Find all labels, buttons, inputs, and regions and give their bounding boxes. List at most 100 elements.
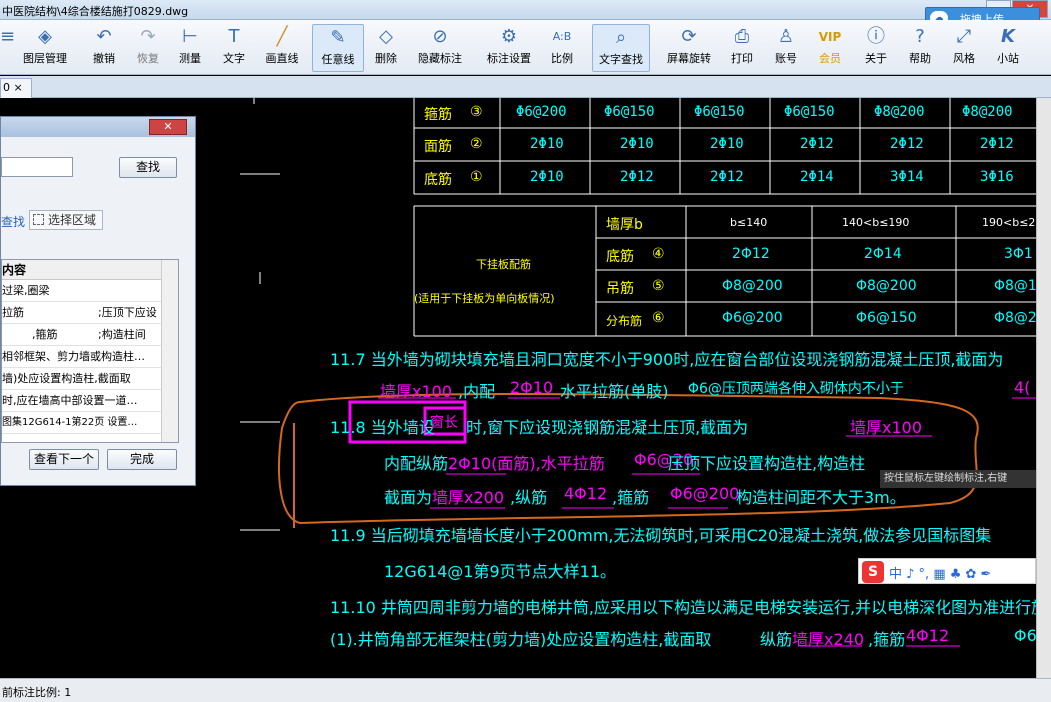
title-bar: 中医院结构\4综合楼结施打0829.dwg _ ✕	[0, 0, 1051, 20]
note-11-8-rest: 时,窗下应设现浇钢筋混凝土压顶,截面为	[466, 418, 749, 437]
draw-line-button[interactable]: ╱ 画直线	[262, 24, 302, 72]
print-label: 打印	[731, 52, 753, 65]
find-button[interactable]: 查找	[119, 157, 177, 178]
undo-button[interactable]: ↶ 撤销	[88, 24, 120, 72]
result-text: ,箍筋	[32, 328, 58, 341]
note-11-7-len: 4(	[1014, 378, 1031, 397]
freehand-line-label: 任意线	[321, 53, 355, 66]
ime-toolbar[interactable]: S 中 ♪ °, ▦ ♣ ✿ ✒	[858, 558, 1036, 584]
delete-label: 删除	[375, 52, 397, 65]
dialog-close-button[interactable]: ✕	[149, 119, 187, 135]
screen-rotate-label: 屏幕旋转	[667, 52, 711, 65]
result-text-extra: ;压顶下应设	[98, 306, 157, 319]
eraser-icon: ◇	[379, 26, 393, 47]
search-input[interactable]	[1, 157, 73, 177]
measure-button[interactable]: ⊢ 测量	[174, 24, 206, 72]
note-11-7-inner: ,内配	[458, 382, 496, 401]
redo-button[interactable]: ↷ 恢复	[132, 24, 164, 72]
done-button[interactable]: 完成	[107, 449, 177, 470]
vertical-scrollbar[interactable]	[1036, 98, 1051, 678]
result-row[interactable]: 相邻框架、剪力墙或构造柱…	[2, 346, 178, 368]
style-button[interactable]: ⤢ 风格	[948, 24, 980, 72]
note-11-7-ext: Φ6@压顶两端各伸入砌体内不小于	[688, 381, 904, 397]
station-label: 小站	[997, 52, 1019, 65]
help-button[interactable]: ? 帮助	[904, 24, 936, 72]
sogou-icon: S	[862, 561, 884, 583]
undo-icon: ↶	[96, 26, 112, 47]
scale-label: 比例	[551, 52, 573, 65]
status-bar: 前标注比例: 1	[0, 678, 1051, 702]
hide-annotation-label: 隐藏标注	[418, 52, 462, 65]
result-row[interactable]: 时,应在墙高中部设置一道…	[2, 390, 178, 412]
note-11-8-column: 压顶下应设置构造柱,构造柱	[668, 454, 866, 473]
redo-icon: ↷	[140, 26, 156, 47]
note-11-8-wall: 墙厚x100	[850, 418, 923, 437]
result-row[interactable]: 墙)处应设置构造柱,截面取	[2, 368, 178, 390]
ruler-icon: ⊢	[182, 26, 198, 47]
result-text: 墙)处应设置构造柱,截面取	[2, 372, 131, 385]
about-button[interactable]: ⓘ 关于	[860, 24, 892, 72]
toolbar-menu-button[interactable]: ≡	[0, 24, 16, 72]
note-11-9-line2: 12G614@1第9页节点大样11。	[384, 562, 617, 581]
text-search-dialog: ✕ 查找 查找 选择区域 内容 过梁,圈梁 拉筋 ;压顶下应设 ,箍筋 ;构造柱间 …	[0, 116, 196, 486]
print-button[interactable]: ⎙ 打印	[726, 24, 758, 72]
help-label: 帮助	[909, 52, 931, 65]
note-11-10-stirrup-val: Φ6	[1014, 626, 1036, 645]
hide-annotation-button[interactable]: ⊘ 隐藏标注	[412, 24, 468, 72]
help-icon: ?	[915, 26, 925, 47]
screen-rotate-button[interactable]: ⟳ 屏幕旋转	[662, 24, 716, 72]
gear-icon: ⚙	[500, 26, 518, 47]
find-option[interactable]: 查找	[1, 213, 25, 230]
result-row[interactable]: 图集12G614-1第22页 设置…	[2, 412, 178, 434]
eye-off-icon: ⊘	[432, 26, 448, 47]
text-search-label: 文字查找	[599, 53, 643, 66]
undo-label: 撤销	[93, 52, 115, 65]
redo-label: 恢复	[137, 52, 159, 65]
result-text: 时,应在墙高中部设置一道…	[2, 394, 138, 407]
note-11-8-stirrup: ,箍筋	[612, 488, 650, 507]
note-11-7-ties: 水平拉筋(单肢)	[560, 382, 669, 401]
find-next-button[interactable]: 查看下一个	[29, 449, 99, 470]
note-11-10-stirrup: ,箍筋	[868, 630, 906, 649]
text-icon: T	[228, 26, 240, 47]
note-11-10-line1: 11.10 井筒四周非剪力墙的电梯井筒,应采用以下构造以满足电梯安装运行,并以电…	[330, 598, 1036, 617]
search-icon: ⌕	[615, 27, 627, 48]
ime-status: 中 ♪ °, ▦ ♣ ✿ ✒	[889, 567, 992, 582]
about-label: 关于	[865, 52, 887, 65]
info-icon: ⓘ	[867, 26, 885, 47]
annotation-settings-label: 标注设置	[487, 52, 531, 65]
text-search-button[interactable]: ⌕ 文字查找	[592, 24, 650, 72]
select-area-icon	[33, 214, 44, 225]
result-row[interactable]: ,箍筋 ;构造柱间	[2, 324, 178, 346]
note-11-8-bars2: 4Φ12	[564, 484, 608, 503]
layer-manager-button[interactable]: ◈ 图层管理	[18, 24, 72, 72]
note-11-7-line1: 11.7 当外墙为砌块填充墙且洞口宽度不小于900时,应在窗台部位设现浇钢筋混凝…	[330, 350, 1004, 369]
annotation-settings-button[interactable]: ⚙ 标注设置	[480, 24, 538, 72]
style-label: 风格	[953, 52, 975, 65]
result-row[interactable]: 拉筋 ;压顶下应设	[2, 302, 178, 324]
results-header: 内容	[2, 260, 178, 280]
freehand-line-button[interactable]: ✎ 任意线	[312, 24, 364, 72]
note-11-9-line1: 11.9 当后砌填充墙墙长度小于200mm,无法砌筑时,可采用C20混凝土浇筑,…	[330, 526, 992, 545]
measure-label: 测量	[179, 52, 201, 65]
printer-icon: ⎙	[734, 26, 750, 47]
account-button[interactable]: ♙ 账号	[770, 24, 802, 72]
note-11-8-long2: ,纵筋	[510, 488, 548, 507]
annotation-scale-status: 前标注比例: 1	[2, 686, 72, 699]
note-11-8-long: 内配纵筋	[384, 454, 449, 473]
note-11-10-bars: 4Φ12	[906, 626, 950, 645]
select-area-button[interactable]: 选择区域	[29, 210, 103, 230]
note-11-8-face: 2Φ10(面筋),水平拉筋	[448, 454, 605, 473]
vip-label: 会员	[819, 52, 841, 65]
results-scrollbar[interactable]	[161, 260, 178, 442]
note-11-10-line2: (1).井筒角部无框架柱(剪力墙)处应设置构造柱,截面取	[330, 630, 712, 649]
document-tab[interactable]: 0 ×	[0, 78, 32, 98]
vip-button[interactable]: VIP 会员	[814, 24, 846, 72]
menu-icon: ≡	[0, 26, 16, 47]
delete-button[interactable]: ◇ 删除	[370, 24, 402, 72]
result-text: 相邻框架、剪力墙或构造柱…	[2, 350, 145, 363]
result-row[interactable]: 过梁,圈梁	[2, 280, 178, 302]
station-button[interactable]: K 小站	[992, 24, 1024, 72]
scale-button[interactable]: A:B 比例	[546, 24, 578, 72]
text-button[interactable]: T 文字	[218, 24, 250, 72]
